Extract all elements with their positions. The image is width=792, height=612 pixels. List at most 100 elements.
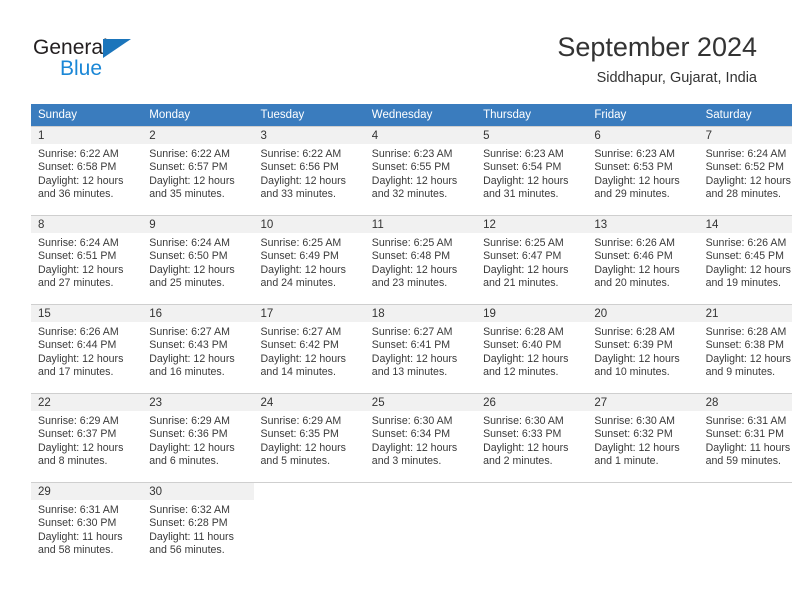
daylight-text-line1: Daylight: 12 hours xyxy=(371,174,458,187)
generalblue-logo[interactable]: General Blue xyxy=(33,36,213,84)
daylight-text-line1: Daylight: 12 hours xyxy=(38,352,124,365)
daylight-text-line2: and 19 minutes. xyxy=(705,277,781,290)
day-number xyxy=(364,483,477,500)
day-cell-content[interactable]: 19 Sunrise: 6:28 AM Sunset: 6:40 PM Dayligh… xyxy=(476,305,588,393)
daylight-text-line2: and 32 minutes. xyxy=(371,188,448,201)
day-cell-content[interactable]: 15 Sunrise: 6:26 AM Sunset: 6:44 PM Dayligh… xyxy=(31,305,143,393)
day-number: 5 xyxy=(476,127,588,144)
day-number: 2 xyxy=(142,127,254,144)
sunrise-text: Sunrise: 6:25 AM xyxy=(260,237,342,249)
day-cell-content[interactable]: 4 Sunrise: 6:23 AM Sunset: 6:55 PM Daylight… xyxy=(364,127,477,215)
day-cell-content[interactable]: 18 Sunrise: 6:27 AM Sunset: 6:41 PM Dayligh… xyxy=(364,305,477,393)
daylight-text-line1: Daylight: 12 hours xyxy=(149,263,235,276)
day-details: Sunrise: 6:30 AM Sunset: 6:32 PM Daylight:… xyxy=(587,411,698,469)
day-number: 4 xyxy=(364,127,477,144)
day-cell-content[interactable]: 10 Sunrise: 6:25 AM Sunset: 6:49 PM Dayligh… xyxy=(253,216,365,304)
daylight-text-line2: and 21 minutes. xyxy=(483,277,559,290)
sunrise-text: Sunrise: 6:22 AM xyxy=(38,148,119,160)
day-cell-content[interactable]: 12 Sunrise: 6:25 AM Sunset: 6:47 PM Dayligh… xyxy=(476,216,588,304)
day-cell-content[interactable]: 26 Sunrise: 6:30 AM Sunset: 6:33 PM Dayligh… xyxy=(476,394,588,482)
day-details: Sunrise: 6:27 AM Sunset: 6:43 PM Daylight:… xyxy=(142,322,253,380)
calendar-day-cell: 22 Sunrise: 6:29 AM Sunset: 6:37 PM Dayligh… xyxy=(31,393,143,483)
day-details: Sunrise: 6:27 AM Sunset: 6:41 PM Daylight:… xyxy=(365,322,476,380)
calendar-day-cell: 14 Sunrise: 6:26 AM Sunset: 6:45 PM Dayligh… xyxy=(698,215,792,305)
day-cell-content[interactable]: 30 Sunrise: 6:32 AM Sunset: 6:28 PM Dayligh… xyxy=(142,483,254,571)
sunset-text: Sunset: 6:43 PM xyxy=(149,339,228,352)
daylight-text-line1: Daylight: 11 hours xyxy=(38,530,123,543)
day-details: Sunrise: 6:24 AM Sunset: 6:50 PM Daylight:… xyxy=(142,233,253,291)
day-cell-content[interactable]: 9 Sunrise: 6:24 AM Sunset: 6:50 PM Daylight… xyxy=(142,216,254,304)
day-details: Sunrise: 6:31 AM Sunset: 6:31 PM Daylight:… xyxy=(699,411,792,469)
day-number: 24 xyxy=(253,394,365,411)
day-cell-content[interactable]: 7 Sunrise: 6:24 AM Sunset: 6:52 PM Daylight… xyxy=(698,127,792,215)
sunrise-text: Sunrise: 6:29 AM xyxy=(149,415,230,427)
day-cell-content[interactable]: 5 Sunrise: 6:23 AM Sunset: 6:54 PM Daylight… xyxy=(476,127,588,215)
sunrise-text: Sunrise: 6:29 AM xyxy=(38,415,119,427)
daylight-text-line2: and 1 minute. xyxy=(594,455,659,468)
day-cell-content[interactable]: 13 Sunrise: 6:26 AM Sunset: 6:46 PM Dayligh… xyxy=(587,216,699,304)
daylight-text-line1: Daylight: 11 hours xyxy=(149,530,234,543)
day-cell-content[interactable]: 2 Sunrise: 6:22 AM Sunset: 6:57 PM Daylight… xyxy=(142,127,254,215)
day-number: 3 xyxy=(253,127,365,144)
sunrise-text: Sunrise: 6:24 AM xyxy=(38,237,119,249)
daylight-text-line2: and 8 minutes. xyxy=(38,455,108,468)
weekday-header-sunday: Sunday xyxy=(31,104,143,127)
day-number: 1 xyxy=(31,127,143,144)
day-cell-content[interactable]: 29 Sunrise: 6:31 AM Sunset: 6:30 PM Dayligh… xyxy=(31,483,143,571)
day-cell-content[interactable]: 21 Sunrise: 6:28 AM Sunset: 6:38 PM Dayligh… xyxy=(698,305,792,393)
calendar-day-cell: 9 Sunrise: 6:24 AM Sunset: 6:50 PM Daylight… xyxy=(142,215,254,305)
weekday-header-thursday: Thursday xyxy=(476,104,588,127)
daylight-text-line1: Daylight: 12 hours xyxy=(594,174,680,187)
sunset-text: Sunset: 6:36 PM xyxy=(149,428,228,441)
day-cell-content[interactable]: 1 Sunrise: 6:22 AM Sunset: 6:58 PM Daylight… xyxy=(31,127,143,215)
daylight-text-line1: Daylight: 12 hours xyxy=(371,441,458,454)
daylight-text-line1: Daylight: 12 hours xyxy=(149,441,235,454)
sunset-text: Sunset: 6:52 PM xyxy=(705,161,784,174)
day-cell-content[interactable]: 8 Sunrise: 6:24 AM Sunset: 6:51 PM Daylight… xyxy=(31,216,143,304)
daylight-text-line2: and 9 minutes. xyxy=(705,366,776,379)
day-cell-content[interactable]: 23 Sunrise: 6:29 AM Sunset: 6:36 PM Dayligh… xyxy=(142,394,254,482)
day-cell-content[interactable]: 27 Sunrise: 6:30 AM Sunset: 6:32 PM Dayligh… xyxy=(587,394,699,482)
calendar-day-cell: 25 Sunrise: 6:30 AM Sunset: 6:34 PM Dayligh… xyxy=(364,393,477,483)
day-cell-content[interactable]: 20 Sunrise: 6:28 AM Sunset: 6:39 PM Dayligh… xyxy=(587,305,699,393)
day-details: Sunrise: 6:23 AM Sunset: 6:54 PM Daylight:… xyxy=(476,144,587,202)
daylight-text-line1: Daylight: 12 hours xyxy=(38,441,124,454)
calendar-day-cell: 26 Sunrise: 6:30 AM Sunset: 6:33 PM Dayligh… xyxy=(476,393,588,483)
day-details: Sunrise: 6:24 AM Sunset: 6:51 PM Daylight:… xyxy=(31,233,142,291)
sunrise-text: Sunrise: 6:25 AM xyxy=(483,237,564,249)
sunrise-text: Sunrise: 6:22 AM xyxy=(149,148,230,160)
day-details: Sunrise: 6:31 AM Sunset: 6:30 PM Daylight:… xyxy=(31,500,142,558)
sunrise-text: Sunrise: 6:28 AM xyxy=(594,326,676,338)
day-number: 7 xyxy=(698,127,792,144)
day-cell-content[interactable]: 16 Sunrise: 6:27 AM Sunset: 6:43 PM Dayligh… xyxy=(142,305,254,393)
day-cell-content[interactable]: 3 Sunrise: 6:22 AM Sunset: 6:56 PM Daylight… xyxy=(253,127,365,215)
day-cell-content[interactable]: 24 Sunrise: 6:29 AM Sunset: 6:35 PM Dayligh… xyxy=(253,394,365,482)
daylight-text-line1: Daylight: 12 hours xyxy=(705,352,791,365)
day-cell-content[interactable]: 28 Sunrise: 6:31 AM Sunset: 6:31 PM Dayligh… xyxy=(698,394,792,482)
daylight-text-line1: Daylight: 12 hours xyxy=(38,263,124,276)
sunrise-text: Sunrise: 6:27 AM xyxy=(260,326,342,338)
calendar-day-cell: 24 Sunrise: 6:29 AM Sunset: 6:35 PM Dayligh… xyxy=(253,393,365,483)
day-number: 11 xyxy=(364,216,477,233)
day-cell-content[interactable]: 11 Sunrise: 6:25 AM Sunset: 6:48 PM Dayligh… xyxy=(364,216,477,304)
calendar-week-row: 29 Sunrise: 6:31 AM Sunset: 6:30 PM Dayligh… xyxy=(31,482,792,571)
calendar-day-cell: 29 Sunrise: 6:31 AM Sunset: 6:30 PM Dayligh… xyxy=(31,482,143,571)
day-details: Sunrise: 6:23 AM Sunset: 6:55 PM Daylight:… xyxy=(365,144,476,202)
daylight-text-line2: and 31 minutes. xyxy=(483,188,559,201)
day-cell-empty xyxy=(476,483,588,571)
calendar-day-cell: 21 Sunrise: 6:28 AM Sunset: 6:38 PM Dayligh… xyxy=(698,304,792,394)
day-details: Sunrise: 6:25 AM Sunset: 6:47 PM Daylight:… xyxy=(476,233,587,291)
day-number: 10 xyxy=(253,216,365,233)
daylight-text-line1: Daylight: 12 hours xyxy=(594,352,680,365)
daylight-text-line1: Daylight: 12 hours xyxy=(38,174,124,187)
sunrise-text: Sunrise: 6:27 AM xyxy=(371,326,453,338)
daylight-text-line2: and 29 minutes. xyxy=(594,188,670,201)
day-cell-content[interactable]: 6 Sunrise: 6:23 AM Sunset: 6:53 PM Daylight… xyxy=(587,127,699,215)
day-cell-content[interactable]: 25 Sunrise: 6:30 AM Sunset: 6:34 PM Dayligh… xyxy=(364,394,477,482)
day-cell-content[interactable]: 22 Sunrise: 6:29 AM Sunset: 6:37 PM Dayligh… xyxy=(31,394,143,482)
sunrise-text: Sunrise: 6:31 AM xyxy=(705,415,787,427)
daylight-text-line1: Daylight: 12 hours xyxy=(594,441,680,454)
day-cell-content[interactable]: 17 Sunrise: 6:27 AM Sunset: 6:42 PM Dayligh… xyxy=(253,305,365,393)
day-cell-content[interactable]: 14 Sunrise: 6:26 AM Sunset: 6:45 PM Dayligh… xyxy=(698,216,792,304)
day-number: 8 xyxy=(31,216,143,233)
